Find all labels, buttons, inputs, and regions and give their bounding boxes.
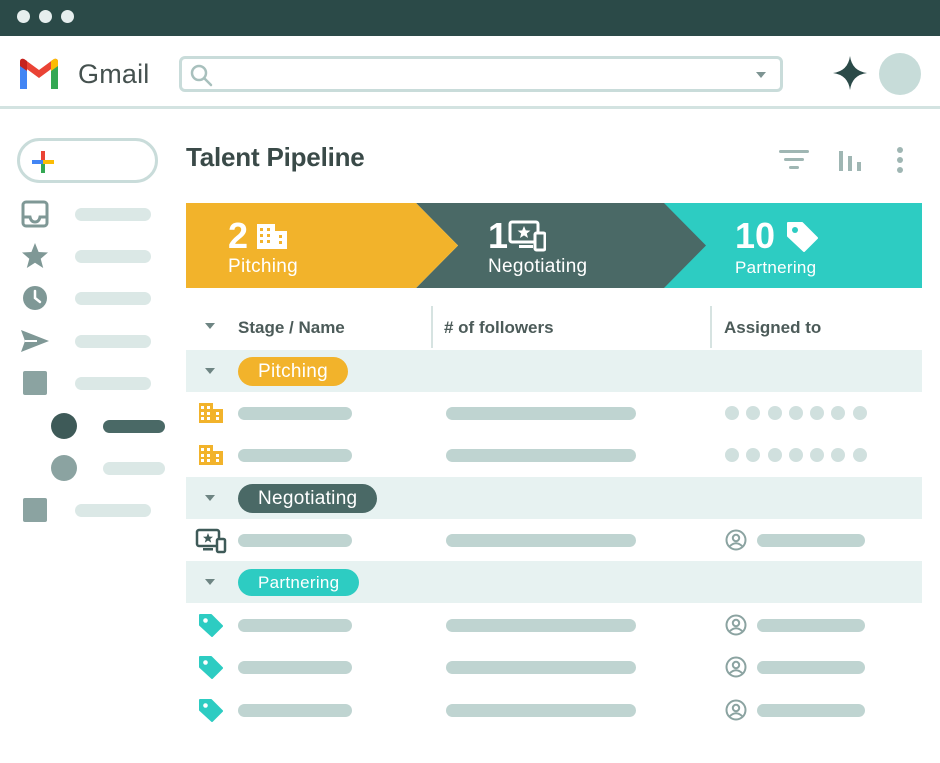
status-badge-negotiating: Negotiating [238, 484, 378, 513]
person-icon[interactable] [725, 614, 747, 636]
building-icon [199, 403, 223, 423]
person-icon[interactable] [725, 656, 747, 678]
stage-label-partnering: Partnering [735, 258, 817, 277]
stage-count: 1 [488, 215, 509, 256]
app-header: Gmail [0, 36, 940, 109]
search-input[interactable] [220, 63, 740, 85]
column-divider[interactable] [431, 306, 433, 348]
column-header-stage-name[interactable]: Stage / Name [238, 318, 345, 338]
followers-placeholder [446, 534, 636, 547]
sidebar-subitem-active[interactable] [20, 412, 165, 440]
sidebar-label-placeholder [75, 504, 151, 517]
clock-icon [23, 286, 47, 310]
building-icon [199, 445, 223, 465]
sidebar-item-sent[interactable] [20, 327, 160, 355]
stage-negotiating[interactable]: 1 [488, 215, 546, 256]
sidebar-label-placeholder [103, 462, 165, 475]
label-square-icon [23, 371, 47, 395]
search-icon[interactable] [189, 63, 213, 87]
search-options-chevron-down-icon[interactable] [756, 72, 766, 78]
followers-placeholder [446, 661, 636, 674]
account-avatar[interactable] [879, 53, 921, 95]
window-minimize-dot[interactable] [39, 10, 52, 23]
monitor-star-icon [508, 220, 546, 252]
status-badge-pitching: Pitching [238, 357, 348, 386]
sidebar-item-inbox[interactable] [20, 200, 160, 228]
sparkle-icon[interactable] [831, 54, 869, 92]
person-icon[interactable] [725, 529, 747, 551]
send-icon [21, 330, 49, 352]
building-icon [257, 224, 287, 249]
chevron-down-icon[interactable] [205, 579, 215, 585]
tag-icon [199, 656, 223, 679]
page-title: Talent Pipeline [186, 142, 365, 172]
sidebar-item-starred[interactable] [20, 242, 160, 270]
window-titlebar [0, 0, 940, 36]
group-row-pitching[interactable]: Pitching [186, 350, 922, 392]
column-divider[interactable] [710, 306, 712, 348]
stage-partnering[interactable]: 10 [735, 215, 818, 256]
followers-placeholder [446, 704, 636, 717]
name-placeholder [238, 534, 352, 547]
sidebar-item-snoozed[interactable] [20, 284, 160, 312]
dot-label-icon [51, 455, 77, 481]
stage-label-pitching: Pitching [228, 256, 298, 277]
tag-icon [787, 222, 818, 252]
chevron-down-icon[interactable] [205, 495, 215, 501]
status-badge-partnering: Partnering [238, 569, 360, 596]
inbox-icon [21, 200, 49, 228]
collapse-all-chevron-down-icon[interactable] [205, 323, 215, 329]
stage-pitching[interactable]: 2 [228, 215, 287, 256]
sidebar-label-placeholder [103, 420, 165, 433]
sidebar-label-placeholder [75, 377, 151, 390]
window-maximize-dot[interactable] [61, 10, 74, 23]
name-placeholder [238, 449, 352, 462]
group-row-partnering[interactable]: Partnering [186, 561, 922, 603]
group-row-negotiating[interactable]: Negotiating [186, 477, 922, 519]
gmail-logo-icon[interactable] [17, 58, 61, 91]
assignee-placeholder [757, 661, 865, 674]
plus-icon [32, 151, 54, 173]
followers-placeholder [446, 619, 636, 632]
assignee-placeholder [757, 704, 865, 717]
compose-button[interactable] [17, 138, 158, 183]
stage-count: 10 [735, 215, 776, 256]
name-placeholder [238, 704, 352, 717]
filter-icon[interactable] [778, 145, 810, 175]
sidebar-label-placeholder [75, 250, 151, 263]
monitor-star-icon [195, 528, 227, 554]
sidebar-item-label[interactable] [20, 369, 160, 397]
star-icon [22, 243, 48, 268]
sidebar-label-placeholder [75, 208, 151, 221]
sidebar-subitem[interactable] [20, 454, 165, 482]
search-bar[interactable] [179, 56, 783, 92]
sidebar-label-placeholder [75, 335, 151, 348]
tag-icon [199, 614, 223, 637]
assignee-placeholder [757, 619, 865, 632]
pipeline-banner: 2 Pitching 1 Negotiating 10 Partnering [186, 203, 922, 288]
stage-label-negotiating: Negotiating [488, 256, 588, 277]
stage-count: 2 [228, 215, 249, 256]
sidebar-item-label-2[interactable] [20, 496, 160, 524]
name-placeholder [238, 407, 352, 420]
more-vert-icon[interactable] [893, 145, 907, 177]
column-header-assigned-to[interactable]: Assigned to [724, 318, 821, 338]
sidebar-label-placeholder [75, 292, 151, 305]
assignee-placeholder [757, 534, 865, 547]
chevron-down-icon[interactable] [205, 368, 215, 374]
followers-placeholder [446, 449, 636, 462]
app-name: Gmail [78, 59, 150, 89]
name-placeholder [238, 619, 352, 632]
tag-icon [199, 699, 223, 722]
window-close-dot[interactable] [17, 10, 30, 23]
column-header-followers[interactable]: # of followers [444, 318, 554, 338]
followers-placeholder [446, 407, 636, 420]
dot-label-icon [51, 413, 77, 439]
person-icon[interactable] [725, 699, 747, 721]
bar-chart-icon[interactable] [836, 145, 866, 175]
label-square-icon [23, 498, 47, 522]
name-placeholder [238, 661, 352, 674]
